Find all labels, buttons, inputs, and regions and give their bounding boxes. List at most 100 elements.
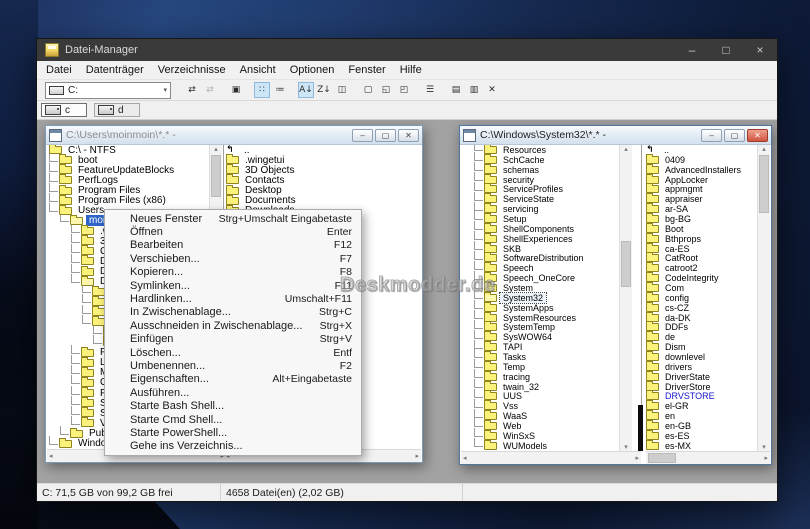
drive-d-button[interactable]: d [94,103,140,117]
tree-horizontal-scrollbar[interactable]: ◂ ▸ [461,451,641,464]
scrollbar-thumb[interactable] [648,453,676,463]
file-item[interactable]: es-MX [646,439,758,451]
file-item[interactable]: 3D Objects [226,164,421,176]
view-details-button[interactable]: ≔ [272,82,288,98]
scrollbar-thumb[interactable] [211,155,221,197]
file-item[interactable]: DriverState [646,370,758,382]
file-item[interactable]: catroot2 [646,262,758,273]
file-item[interactable]: CodeIntegrity [646,272,758,283]
file-item[interactable]: da-DK [646,311,758,323]
scroll-up-icon[interactable]: ▴ [624,145,628,153]
print-button[interactable]: ☰ [422,82,438,98]
context-menu-item[interactable]: Verschieben... F7 [105,252,361,265]
sort-by-name-button[interactable]: A↓ [298,82,314,98]
connect-network-drive-button[interactable]: ⇄ [184,82,200,98]
context-menu-item[interactable]: Ausführen... [105,386,361,399]
file-item[interactable]: drivers [646,360,758,372]
context-menu-item[interactable]: Umbenennen... F2 [105,359,361,372]
tree-vertical-scrollbar[interactable]: ▴ ▾ [619,145,632,451]
tree-item[interactable]: Program Files (x86) [47,193,209,206]
maximize-button[interactable]: □ [709,39,743,61]
file-item[interactable]: 0409 [646,153,758,165]
context-menu-item[interactable]: Einfügen Strg+V [105,333,361,346]
file-item[interactable]: Bthprops [646,232,758,244]
sort-by-type-button[interactable]: Z↓ [316,82,332,98]
scroll-down-icon[interactable]: ▾ [762,443,766,451]
share-folder-button[interactable]: ▣ [228,82,244,98]
file-item[interactable]: appmgmt [646,183,758,194]
disconnect-network-drive-button[interactable]: ⇄ [202,82,218,98]
context-menu-item[interactable]: Öffnen Enter [105,225,361,238]
copy-button[interactable]: ▤ [448,82,464,98]
scroll-down-icon[interactable]: ▾ [624,443,628,451]
file-item[interactable]: de [646,331,758,342]
cascade-windows-button[interactable]: ◱ [378,82,394,98]
context-menu-item[interactable]: Ausschneiden in Zwischenablage... Strg+X [105,319,361,332]
tree-item[interactable]: boot [47,152,209,166]
file-item[interactable]: ↰ .. [646,145,758,155]
right-directory-window[interactable]: C:\Windows\System32\*.* - ‒ ▢ ✕ Resource… [459,125,772,465]
file-item[interactable]: downlevel [646,350,758,362]
tree-item[interactable]: PerfLogs [47,172,209,186]
scroll-right-icon[interactable]: ▸ [764,454,768,462]
context-menu-item[interactable]: Neues Fenster Strg+Umschalt Eingabetaste [105,212,361,225]
sort-by-size-button[interactable]: ◫ [334,82,350,98]
scroll-up-icon[interactable]: ▴ [762,145,766,153]
close-button[interactable]: ✕ [398,128,419,142]
scroll-left-icon[interactable]: ◂ [49,452,53,460]
file-item[interactable]: Dism [646,341,758,352]
new-window-button[interactable]: ▢ [360,82,376,98]
menu-item[interactable]: Hilfe [393,61,429,79]
close-button[interactable]: × [743,39,777,61]
scrollbar-thumb[interactable] [621,241,631,287]
minimize-button[interactable]: ‒ [352,128,373,142]
file-item[interactable]: CatRoot [646,252,758,263]
scroll-right-icon[interactable]: ▸ [415,452,419,460]
files-horizontal-scrollbar[interactable]: ▸ [646,451,770,464]
tree-item[interactable]: C:\ - NTFS [47,145,209,156]
close-button[interactable]: ✕ [747,128,768,142]
context-menu-item[interactable]: Löschen... Entf [105,346,361,359]
tree-item[interactable]: FeatureUpdateBlocks [47,162,209,176]
app-titlebar[interactable]: Datei-Manager – □ × [37,39,777,61]
file-item[interactable]: ar-SA [646,203,758,214]
left-window-titlebar[interactable]: C:\Users\moinmoin\*.* - ‒ ▢ ✕ [46,126,422,145]
context-menu-item[interactable]: Starte Cmd Shell... [105,413,361,426]
right-window-titlebar[interactable]: C:\Windows\System32\*.* - ‒ ▢ ✕ [460,126,771,145]
context-menu-item[interactable]: Hardlinken... Umschalt+F11 [105,292,361,305]
file-item[interactable]: Contacts [226,174,421,186]
menu-item[interactable]: Fenster [341,61,392,79]
file-item[interactable]: DDFs [646,321,758,332]
scroll-up-icon[interactable]: ▴ [214,145,218,153]
paste-button[interactable]: ▥ [466,82,482,98]
file-item[interactable]: config [646,291,758,303]
context-menu-item[interactable]: Gehe ins Verzeichnis... [105,440,361,453]
file-item[interactable]: ca-ES [646,242,758,254]
context-menu-item[interactable]: Symlinken... F11 [105,279,361,292]
scrollbar-thumb[interactable] [759,155,769,213]
drive-c-button[interactable]: c [41,103,87,117]
delete-button[interactable]: ✕ [484,82,500,98]
split-drag-handle[interactable] [638,405,643,451]
menu-item[interactable]: Datenträger [79,61,151,79]
file-item[interactable]: Documents [226,194,421,206]
tree-item[interactable]: Program Files [47,183,209,196]
menu-item[interactable]: Verzeichnisse [151,61,233,79]
file-item[interactable]: ↰ .. [226,145,421,156]
maximize-button[interactable]: ▢ [375,128,396,142]
file-item[interactable]: DriverStore [646,380,758,392]
file-item[interactable]: en [646,410,758,421]
file-item[interactable]: en-GB [646,419,758,431]
file-item[interactable]: Desktop [226,184,421,196]
file-item[interactable]: .wingetui [226,154,421,166]
minimize-button[interactable]: – [675,39,709,61]
file-item[interactable]: bg-BG [646,212,758,224]
context-menu-item[interactable]: Bearbeiten F12 [105,239,361,252]
minimize-button[interactable]: ‒ [701,128,722,142]
file-item[interactable]: DRVSTORE [646,390,758,401]
file-item[interactable]: el-GR [646,400,758,411]
context-menu-item[interactable]: Starte Bash Shell... [105,399,361,412]
files-vertical-scrollbar[interactable]: ▴ ▾ [757,145,770,451]
scroll-left-icon[interactable]: ◂ [463,454,467,462]
tile-windows-button[interactable]: ◰ [396,82,412,98]
